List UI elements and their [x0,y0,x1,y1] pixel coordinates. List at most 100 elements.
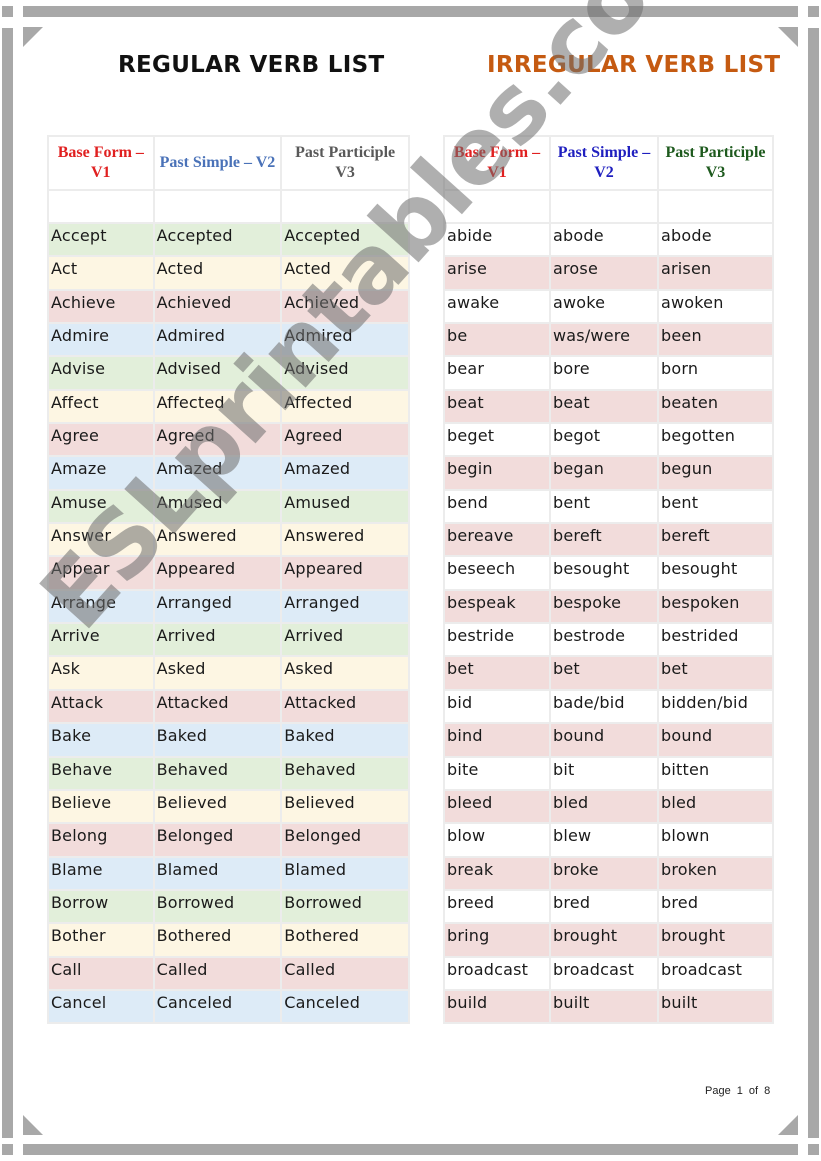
past-participle-cell: bred [657,888,774,925]
past-simple-cell: bet [549,655,659,691]
past-participle-cell: Achieved [280,288,410,325]
past-participle-cell: built [657,988,774,1025]
blank-cell [152,189,283,224]
verb-row: Amuse Amused Amused [47,488,410,525]
verb-row: bet bet bet [443,655,774,691]
past-participle-cell: brought [657,922,774,958]
base-form-cell: Achieve [47,288,155,325]
past-participle-cell: Arranged [280,588,410,625]
past-simple-cell: besought [549,555,659,591]
past-simple-cell: arose [549,255,659,291]
base-form-cell: bereave [443,522,551,558]
past-simple-cell: begot [549,422,659,458]
corner-square-bottom-left [2,1144,13,1155]
base-form-cell: Act [47,255,155,291]
base-form-cell: bite [443,755,551,791]
verb-row: Arrive Arrived Arrived [47,622,410,658]
past-simple-cell: built [549,988,659,1025]
base-form-cell: Bake [47,722,155,758]
blank-row [443,189,774,224]
base-form-cell: bring [443,922,551,958]
base-form-cell: blow [443,822,551,858]
past-participle-cell: bent [657,488,774,525]
base-form-cell: Attack [47,688,155,725]
past-simple-cell: bereft [549,522,659,558]
header-past-simple: Past Simple – V2 [152,135,283,191]
past-simple-cell: bade/bid [549,688,659,725]
past-participle-cell: Behaved [280,755,410,791]
past-simple-cell: Borrowed [152,888,283,925]
past-simple-cell: bespoke [549,588,659,625]
base-form-cell: Appear [47,555,155,591]
base-form-cell: beat [443,388,551,425]
verb-row: build built built [443,988,774,1025]
regular-verb-table: Base Form – V1 Past Simple – V2 Past Par… [47,135,410,1025]
past-participle-cell: blown [657,822,774,858]
base-form-cell: broadcast [443,955,551,991]
past-simple-cell: bled [549,788,659,825]
page-number: Page 1 of 8 [705,1085,771,1097]
past-participle-cell: bled [657,788,774,825]
verb-row: bend bent bent [443,488,774,525]
base-form-cell: bet [443,655,551,691]
base-form-cell: abide [443,221,551,258]
verb-row: arise arose arisen [443,255,774,291]
past-simple-cell: Asked [152,655,283,691]
past-simple-cell: bound [549,722,659,758]
past-simple-cell: broadcast [549,955,659,991]
base-form-cell: Agree [47,422,155,458]
corner-triangle-top-left [23,27,43,47]
table-header-row: Base Form – V1 Past Simple – V2 Past Par… [47,135,410,191]
past-simple-cell: Called [152,955,283,991]
past-participle-cell: Accepted [280,221,410,258]
base-form-cell: arise [443,255,551,291]
past-simple-cell: Believed [152,788,283,825]
verb-row: Attack Attacked Attacked [47,688,410,725]
past-participle-cell: broadcast [657,955,774,991]
base-form-cell: Blame [47,855,155,891]
page-frame-top [23,6,798,17]
past-participle-cell: bound [657,722,774,758]
base-form-cell: Ask [47,655,155,691]
verb-row: abide abode abode [443,221,774,258]
past-participle-cell: Attacked [280,688,410,725]
verb-row: Amaze Amazed Amazed [47,455,410,491]
past-simple-cell: bent [549,488,659,525]
past-simple-cell: Amused [152,488,283,525]
verb-row: bestride bestrode bestrided [443,622,774,658]
past-simple-cell: abode [549,221,659,258]
past-simple-cell: Admired [152,322,283,358]
irregular-verb-table: Base Form – V1 Past Simple – V2 Past Par… [443,135,774,1025]
verb-row: Accept Accepted Accepted [47,221,410,258]
past-simple-cell: Canceled [152,988,283,1025]
past-simple-cell: Appeared [152,555,283,591]
past-participle-cell: Baked [280,722,410,758]
page-frame-right [808,28,819,1138]
base-form-cell: Affect [47,388,155,425]
verb-row: beat beat beaten [443,388,774,425]
past-simple-cell: Baked [152,722,283,758]
base-form-cell: Borrow [47,888,155,925]
past-participle-cell: Amazed [280,455,410,491]
past-participle-cell: bidden/bid [657,688,774,725]
verb-row: Believe Believed Believed [47,788,410,825]
blank-row [47,189,410,224]
past-participle-cell: Affected [280,388,410,425]
past-participle-cell: awoken [657,288,774,325]
past-participle-cell: Canceled [280,988,410,1025]
past-simple-cell: Behaved [152,755,283,791]
blank-cell [657,189,774,224]
regular-verb-list-title: REGULAR VERB LIST [118,52,385,78]
past-participle-cell: bespoken [657,588,774,625]
verb-row: Appear Appeared Appeared [47,555,410,591]
base-form-cell: Answer [47,522,155,558]
verb-row: Belong Belonged Belonged [47,822,410,858]
base-form-cell: Cancel [47,988,155,1025]
blank-cell [443,189,551,224]
verb-row: bespeak bespoke bespoken [443,588,774,625]
verb-row: beseech besought besought [443,555,774,591]
past-simple-cell: broke [549,855,659,891]
past-simple-cell: Affected [152,388,283,425]
verb-row: be was/were been [443,322,774,358]
past-simple-cell: began [549,455,659,491]
